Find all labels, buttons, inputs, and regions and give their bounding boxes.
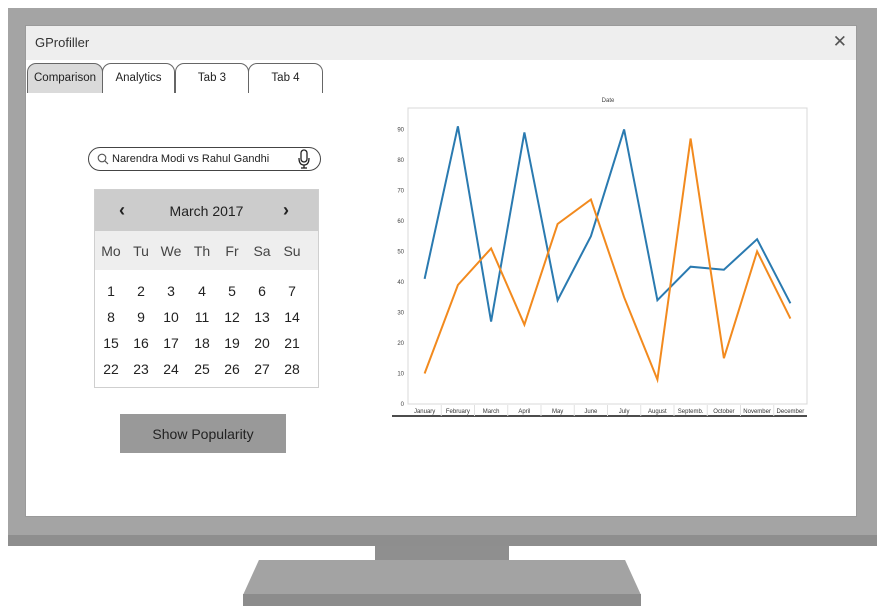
x-tick-label: November [743,409,771,415]
x-tick-label: December [777,409,805,415]
y-tick-label: 0 [401,402,405,408]
calendar-date[interactable]: 16 [126,335,156,351]
y-tick-label: 90 [397,127,404,133]
calendar-date[interactable]: 5 [217,283,247,299]
close-icon[interactable]: ✕ [833,33,847,50]
calendar-date[interactable]: 8 [96,309,126,325]
calendar-date[interactable]: 22 [96,361,126,377]
day-name: Tu [133,243,149,259]
x-tick-label: July [619,409,630,415]
calendar-date[interactable]: 15 [96,335,126,351]
chevron-right-icon[interactable]: › [283,200,289,221]
calendar-date[interactable]: 10 [156,309,186,325]
day-name: Mo [101,243,121,259]
tab-4[interactable]: Tab 4 [248,63,323,93]
day-name: We [160,243,182,259]
calendar-date[interactable]: 25 [187,361,217,377]
calendar-date[interactable]: 6 [247,283,277,299]
calendar-date[interactable]: 1 [96,283,126,299]
tab-analytics[interactable]: Analytics [102,63,175,93]
day-name: Su [283,243,301,259]
x-tick-label: August [648,409,667,415]
y-tick-label: 50 [397,249,404,255]
calendar-date[interactable]: 13 [247,309,277,325]
y-tick-label: 60 [397,219,404,225]
monitor-stand [243,560,641,595]
chart-title: Date [601,98,615,104]
calendar-header: ‹ March 2017 › [95,190,318,231]
calendar-date[interactable]: 9 [126,309,156,325]
app-window: GProfiller ✕ Comparison Analytics Tab 3 … [25,25,857,517]
calendar-date[interactable]: 24 [156,361,186,377]
calendar-date[interactable]: 27 [247,361,277,377]
calendar-date[interactable]: 26 [217,361,247,377]
calendar-date[interactable]: 11 [187,309,217,325]
calendar-date[interactable]: 2 [126,283,156,299]
day-name: Th [193,243,211,259]
microphone-icon[interactable] [297,149,311,169]
day-name: Sa [253,243,271,259]
tab-comparison[interactable]: Comparison [27,63,103,93]
calendar-date[interactable]: 19 [217,335,247,351]
x-tick-label: March [483,409,500,415]
x-tick-label: October [713,409,734,415]
search-box [88,147,321,171]
search-icon [97,153,109,165]
x-tick-label: January [414,409,435,415]
monitor-stand-base [243,594,641,606]
x-tick-label: May [552,409,563,415]
y-tick-label: 80 [397,158,404,164]
calendar-date[interactable]: 28 [277,361,307,377]
series-1-line [423,126,792,322]
x-tick-label: Septemb. [678,409,704,415]
line-chart: 0 10 20 30 40 50 60 70 80 90 January February March A… [392,107,808,417]
title-bar: GProfiller ✕ [26,26,856,60]
calendar-date[interactable]: 18 [187,335,217,351]
calendar-date[interactable]: 17 [156,335,186,351]
day-name: Fr [225,243,239,259]
window-title: GProfiller [35,35,90,50]
show-popularity-button[interactable]: Show Popularity [120,414,286,453]
calendar-date[interactable]: 20 [247,335,277,351]
y-tick-label: 40 [397,280,404,286]
calendar-date[interactable]: 23 [126,361,156,377]
monitor-bezel-bottom [8,535,877,546]
x-tick-label: February [446,409,470,415]
calendar-date[interactable]: 14 [277,309,307,325]
x-tick-label: June [584,409,598,415]
calendar-date[interactable]: 21 [277,335,307,351]
calendar-day-names: Mo Tu We Th Fr Sa Su [95,231,318,270]
calendar-date[interactable]: 12 [217,309,247,325]
calendar: ‹ March 2017 › Mo Tu We Th Fr Sa Su 1 2 … [94,189,319,388]
tab-3[interactable]: Tab 3 [175,63,249,93]
y-tick-label: 30 [397,310,404,316]
search-input[interactable] [112,151,292,167]
y-tick-label: 70 [397,188,404,194]
calendar-date[interactable]: 4 [187,283,217,299]
calendar-date[interactable]: 3 [156,283,186,299]
plot-frame [407,107,808,405]
y-tick-label: 10 [397,371,404,377]
y-tick-label: 20 [397,341,404,347]
calendar-date[interactable]: 7 [277,283,307,299]
x-tick-label: April [518,409,530,415]
